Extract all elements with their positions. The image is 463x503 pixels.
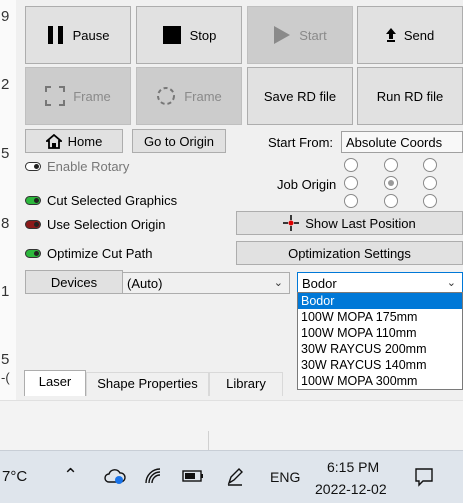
job-origin-grid bbox=[340, 154, 462, 210]
weather-temperature[interactable]: 7°C bbox=[2, 468, 27, 485]
device-option[interactable]: 100W MOPA 110mm bbox=[298, 325, 462, 341]
pause-label: Pause bbox=[72, 27, 110, 43]
pause-icon bbox=[47, 26, 63, 44]
devices-label: Devices bbox=[50, 274, 98, 290]
go-to-origin-label: Go to Origin bbox=[143, 133, 215, 149]
optimize-cut-label: Optimize Cut Path bbox=[47, 246, 153, 261]
home-label: Home bbox=[67, 133, 103, 149]
show-last-position-label: Show Last Position bbox=[305, 215, 416, 231]
upload-arrow-icon bbox=[385, 28, 396, 42]
gutter-number: 9 bbox=[1, 8, 10, 25]
show-last-position-button[interactable]: Show Last Position bbox=[236, 211, 463, 235]
selection-origin-toggle[interactable] bbox=[25, 220, 41, 229]
gutter-number: 8 bbox=[1, 215, 10, 232]
clock-time[interactable]: 6:15 PM bbox=[327, 459, 379, 475]
use-selection-origin-label: Use Selection Origin bbox=[47, 217, 166, 232]
cut-selected-toggle[interactable] bbox=[25, 196, 41, 205]
start-button[interactable]: Start bbox=[247, 6, 353, 64]
start-label: Start bbox=[299, 27, 327, 43]
gutter-number: 1 bbox=[1, 283, 10, 300]
port-select[interactable]: (Auto) ⌄ bbox=[122, 272, 290, 294]
home-icon bbox=[45, 133, 62, 149]
save-rd-label: Save RD file bbox=[263, 88, 337, 104]
notifications-icon[interactable] bbox=[414, 467, 434, 487]
job-origin-middle-left[interactable] bbox=[344, 176, 358, 190]
job-origin-center[interactable] bbox=[384, 176, 398, 190]
gutter-number: -( bbox=[1, 370, 10, 385]
circle-frame-icon bbox=[157, 87, 176, 105]
device-option[interactable]: 30W RAYCUS 200mm bbox=[298, 341, 462, 357]
job-origin-middle-right[interactable] bbox=[423, 176, 437, 190]
clock-date[interactable]: 2022-12-02 bbox=[315, 481, 387, 497]
device-option[interactable]: 30W RAYCUS 140mm bbox=[298, 357, 462, 373]
optimization-settings-label: Optimization Settings bbox=[288, 245, 411, 261]
device-dropdown-list: Bodor 100W MOPA 175mm 100W MOPA 110mm 30… bbox=[297, 292, 463, 390]
wifi-icon[interactable] bbox=[144, 467, 162, 485]
input-language[interactable]: ENG bbox=[270, 469, 300, 485]
cut-selected-label: Cut Selected Graphics bbox=[47, 193, 178, 208]
send-button[interactable]: Send bbox=[357, 6, 463, 64]
run-rd-file-button[interactable]: Run RD file bbox=[357, 67, 463, 125]
enable-rotary-label: Enable Rotary bbox=[47, 159, 130, 174]
go-to-origin-button[interactable]: Go to Origin bbox=[132, 129, 226, 153]
save-rd-file-button[interactable]: Save RD file bbox=[247, 67, 353, 125]
pen-icon[interactable] bbox=[225, 466, 245, 486]
send-label: Send bbox=[403, 27, 435, 43]
stop-icon bbox=[162, 26, 181, 44]
device-option[interactable]: Bodor bbox=[298, 293, 462, 309]
chevron-up-icon[interactable]: ⌃ bbox=[63, 465, 78, 486]
tab-library[interactable]: Library bbox=[209, 372, 283, 396]
start-from-value: Absolute Coords bbox=[346, 134, 443, 150]
circular-frame-button[interactable]: Frame bbox=[136, 67, 242, 125]
desktop-area bbox=[0, 400, 463, 451]
onedrive-sync-icon[interactable] bbox=[104, 467, 126, 485]
job-origin-bottom-left[interactable] bbox=[344, 194, 358, 208]
optimization-settings-button[interactable]: Optimization Settings bbox=[236, 241, 463, 265]
device-select[interactable]: Bodor ⌄ bbox=[297, 272, 463, 294]
square-frame-icon bbox=[45, 86, 66, 106]
play-icon bbox=[274, 26, 291, 44]
gutter-number: 5 bbox=[1, 145, 10, 162]
tab-shape-properties[interactable]: Shape Properties bbox=[86, 372, 209, 396]
frame-button[interactable]: Frame bbox=[25, 67, 131, 125]
gutter-number: 2 bbox=[1, 76, 10, 93]
home-button[interactable]: Home bbox=[25, 129, 123, 153]
devices-button[interactable]: Devices bbox=[25, 270, 123, 294]
job-origin-bottom-center[interactable] bbox=[384, 194, 398, 208]
stop-label: Stop bbox=[189, 27, 217, 43]
job-origin-top-right[interactable] bbox=[423, 158, 437, 172]
port-value: (Auto) bbox=[127, 275, 163, 291]
start-from-select[interactable]: Absolute Coords bbox=[341, 131, 463, 153]
run-rd-label: Run RD file bbox=[376, 88, 444, 104]
left-gutter: 9 2 5 8 1 5 -( bbox=[0, 0, 16, 400]
device-value: Bodor bbox=[302, 275, 337, 291]
chevron-down-icon: ⌄ bbox=[446, 277, 456, 289]
gutter-number: 5 bbox=[1, 351, 10, 368]
job-origin-label: Job Origin bbox=[277, 177, 337, 192]
stop-button[interactable]: Stop bbox=[136, 6, 242, 64]
tab-laser[interactable]: Laser bbox=[24, 370, 86, 396]
circular-frame-label: Frame bbox=[184, 88, 222, 104]
device-option[interactable]: 100W MOPA 175mm bbox=[298, 309, 462, 325]
divider bbox=[208, 431, 209, 451]
battery-icon[interactable] bbox=[182, 470, 204, 482]
pause-button[interactable]: Pause bbox=[25, 6, 131, 64]
taskbar: 7°C ⌃ ENG 6:15 PM 2022-12-02 bbox=[0, 450, 463, 503]
device-option[interactable]: 100W MOPA 300mm bbox=[298, 373, 462, 389]
frame-label: Frame bbox=[73, 88, 111, 104]
rotary-toggle[interactable] bbox=[25, 162, 41, 171]
chevron-down-icon: ⌄ bbox=[273, 277, 283, 289]
start-from-label: Start From: bbox=[268, 135, 334, 150]
optimize-cut-toggle[interactable] bbox=[25, 249, 41, 258]
job-origin-bottom-right[interactable] bbox=[423, 194, 437, 208]
job-origin-top-left[interactable] bbox=[344, 158, 358, 172]
job-origin-top-center[interactable] bbox=[384, 158, 398, 172]
crosshair-icon bbox=[283, 215, 300, 231]
